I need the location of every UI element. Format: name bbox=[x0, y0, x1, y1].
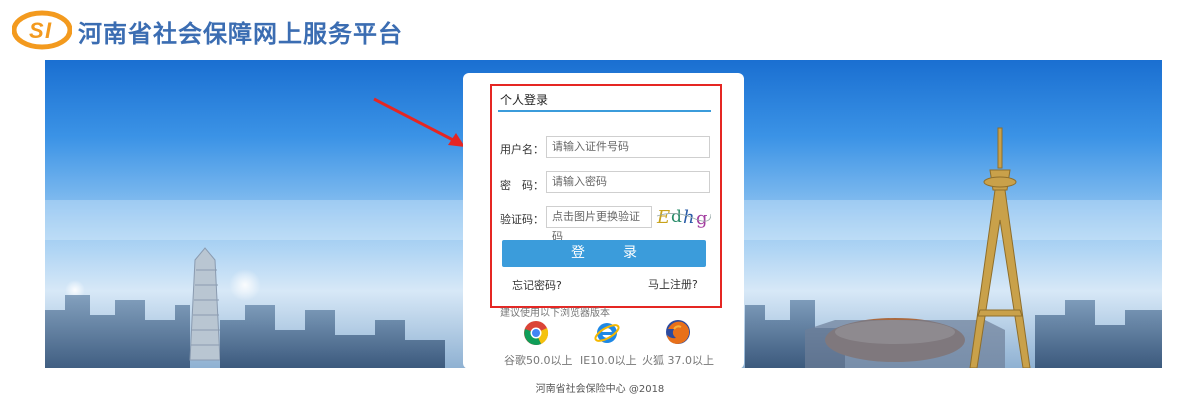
svg-text:I: I bbox=[45, 18, 52, 43]
site-title: 河南省社会保障网上服务平台 bbox=[78, 20, 403, 48]
captcha-label: 验证码： bbox=[500, 213, 544, 226]
tab-underline bbox=[498, 110, 711, 112]
firefox-icon[interactable] bbox=[665, 319, 691, 345]
password-label: 密 码： bbox=[500, 179, 544, 192]
ie-version-label: IE10.0以上 bbox=[580, 354, 637, 367]
login-button[interactable]: 登录 bbox=[502, 240, 706, 267]
username-label: 用户名： bbox=[500, 143, 544, 156]
browser-hint: 建议使用以下浏览器版本 bbox=[500, 308, 610, 319]
svg-text:E: E bbox=[656, 207, 670, 228]
svg-text:g: g bbox=[696, 208, 708, 228]
captcha-image[interactable]: E d h g bbox=[655, 204, 711, 228]
svg-text:d: d bbox=[671, 207, 682, 227]
ie-icon[interactable] bbox=[594, 320, 620, 346]
highlight-frame bbox=[490, 84, 722, 308]
register-link[interactable]: 马上注册? bbox=[648, 276, 698, 292]
forgot-password-link[interactable]: 忘记密码? bbox=[512, 277, 562, 293]
footer-copyright: 河南省社会保险中心 @2018 bbox=[535, 384, 665, 395]
red-arrow-annotation bbox=[373, 97, 465, 147]
tab-personal-login[interactable]: 个人登录 bbox=[500, 91, 548, 108]
firefox-version-label: 火狐 37.0以上 bbox=[642, 354, 714, 367]
chrome-version-label: 谷歌50.0以上 bbox=[504, 354, 573, 367]
password-input[interactable]: 请输入密码 bbox=[546, 171, 710, 193]
svg-text:S: S bbox=[29, 18, 44, 43]
captcha-input[interactable]: 点击图片更换验证码 bbox=[546, 206, 652, 243]
chrome-icon[interactable] bbox=[523, 320, 549, 346]
header: S I 河南省社会保障网上服务平台 bbox=[0, 0, 1200, 58]
social-security-logo[interactable]: S I bbox=[12, 10, 72, 50]
username-input[interactable]: 请输入证件号码 bbox=[546, 136, 710, 158]
